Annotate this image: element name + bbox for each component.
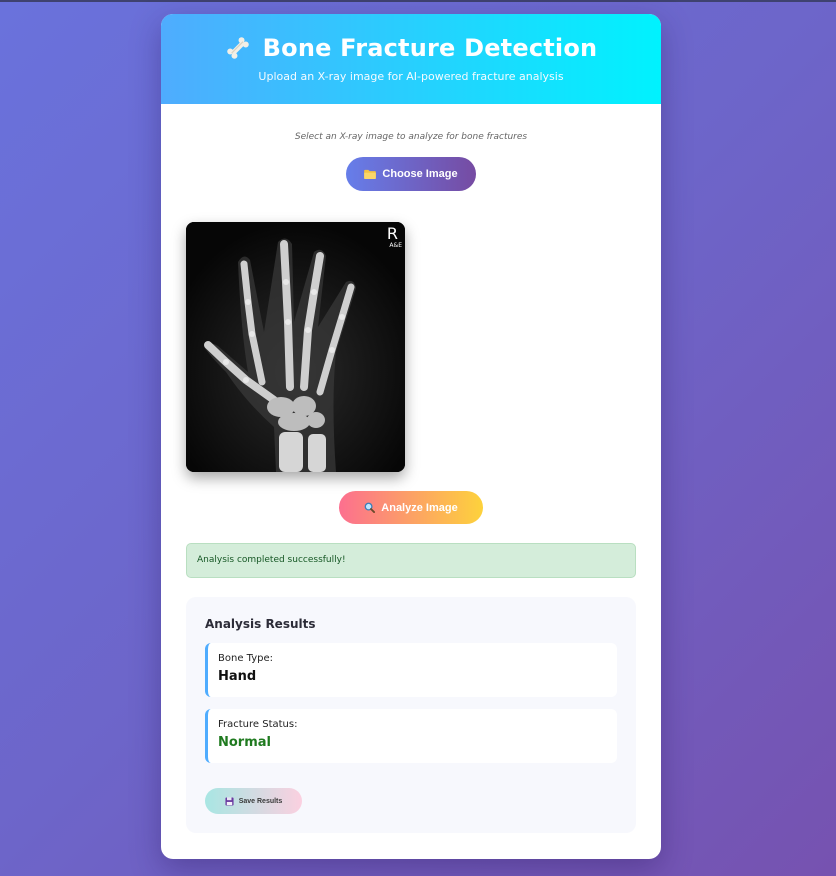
results-panel: Analysis Results Bone Type: Hand Fractur… (186, 597, 636, 833)
success-alert: Analysis completed successfully! (186, 543, 636, 578)
fracture-status-result: Fracture Status: Normal (205, 709, 617, 763)
upload-instruction: Select an X-ray image to analyze for bon… (294, 132, 528, 142)
bone-type-label: Bone Type: (218, 653, 273, 664)
folder-icon (364, 169, 377, 179)
fracture-status-label: Fracture Status: (218, 719, 298, 730)
choose-image-label: Choose Image (382, 168, 458, 180)
xray-preview-image: R A&E (186, 222, 405, 472)
analyze-image-label: Analyze Image (381, 501, 458, 514)
card-header: Bone Fracture Detection Upload an X-ray … (161, 14, 661, 104)
bone-type-value: Hand (218, 669, 257, 684)
save-results-label: Save Results (238, 797, 283, 805)
main-card: Bone Fracture Detection Upload an X-ray … (161, 14, 661, 859)
xray-marker-ae: A&E (389, 242, 402, 249)
floppy-disk-icon (225, 796, 234, 806)
bone-icon (225, 35, 251, 61)
page-subtitle: Upload an X-ray image for AI-powered fra… (258, 70, 564, 83)
bone-type-result: Bone Type: Hand (205, 643, 617, 697)
results-title: Analysis Results (205, 617, 316, 631)
save-results-button[interactable]: Save Results (205, 788, 302, 814)
xray-marker-r: R (386, 224, 398, 243)
window-top-border (0, 0, 836, 2)
page-title: Bone Fracture Detection (262, 34, 598, 62)
success-message: Analysis completed successfully! (197, 555, 346, 565)
analyze-image-button[interactable]: Analyze Image (339, 491, 483, 524)
fracture-status-value: Normal (218, 735, 271, 750)
title-row: Bone Fracture Detection (161, 14, 661, 62)
choose-image-button[interactable]: Choose Image (346, 157, 476, 191)
magnifier-icon (364, 502, 376, 513)
